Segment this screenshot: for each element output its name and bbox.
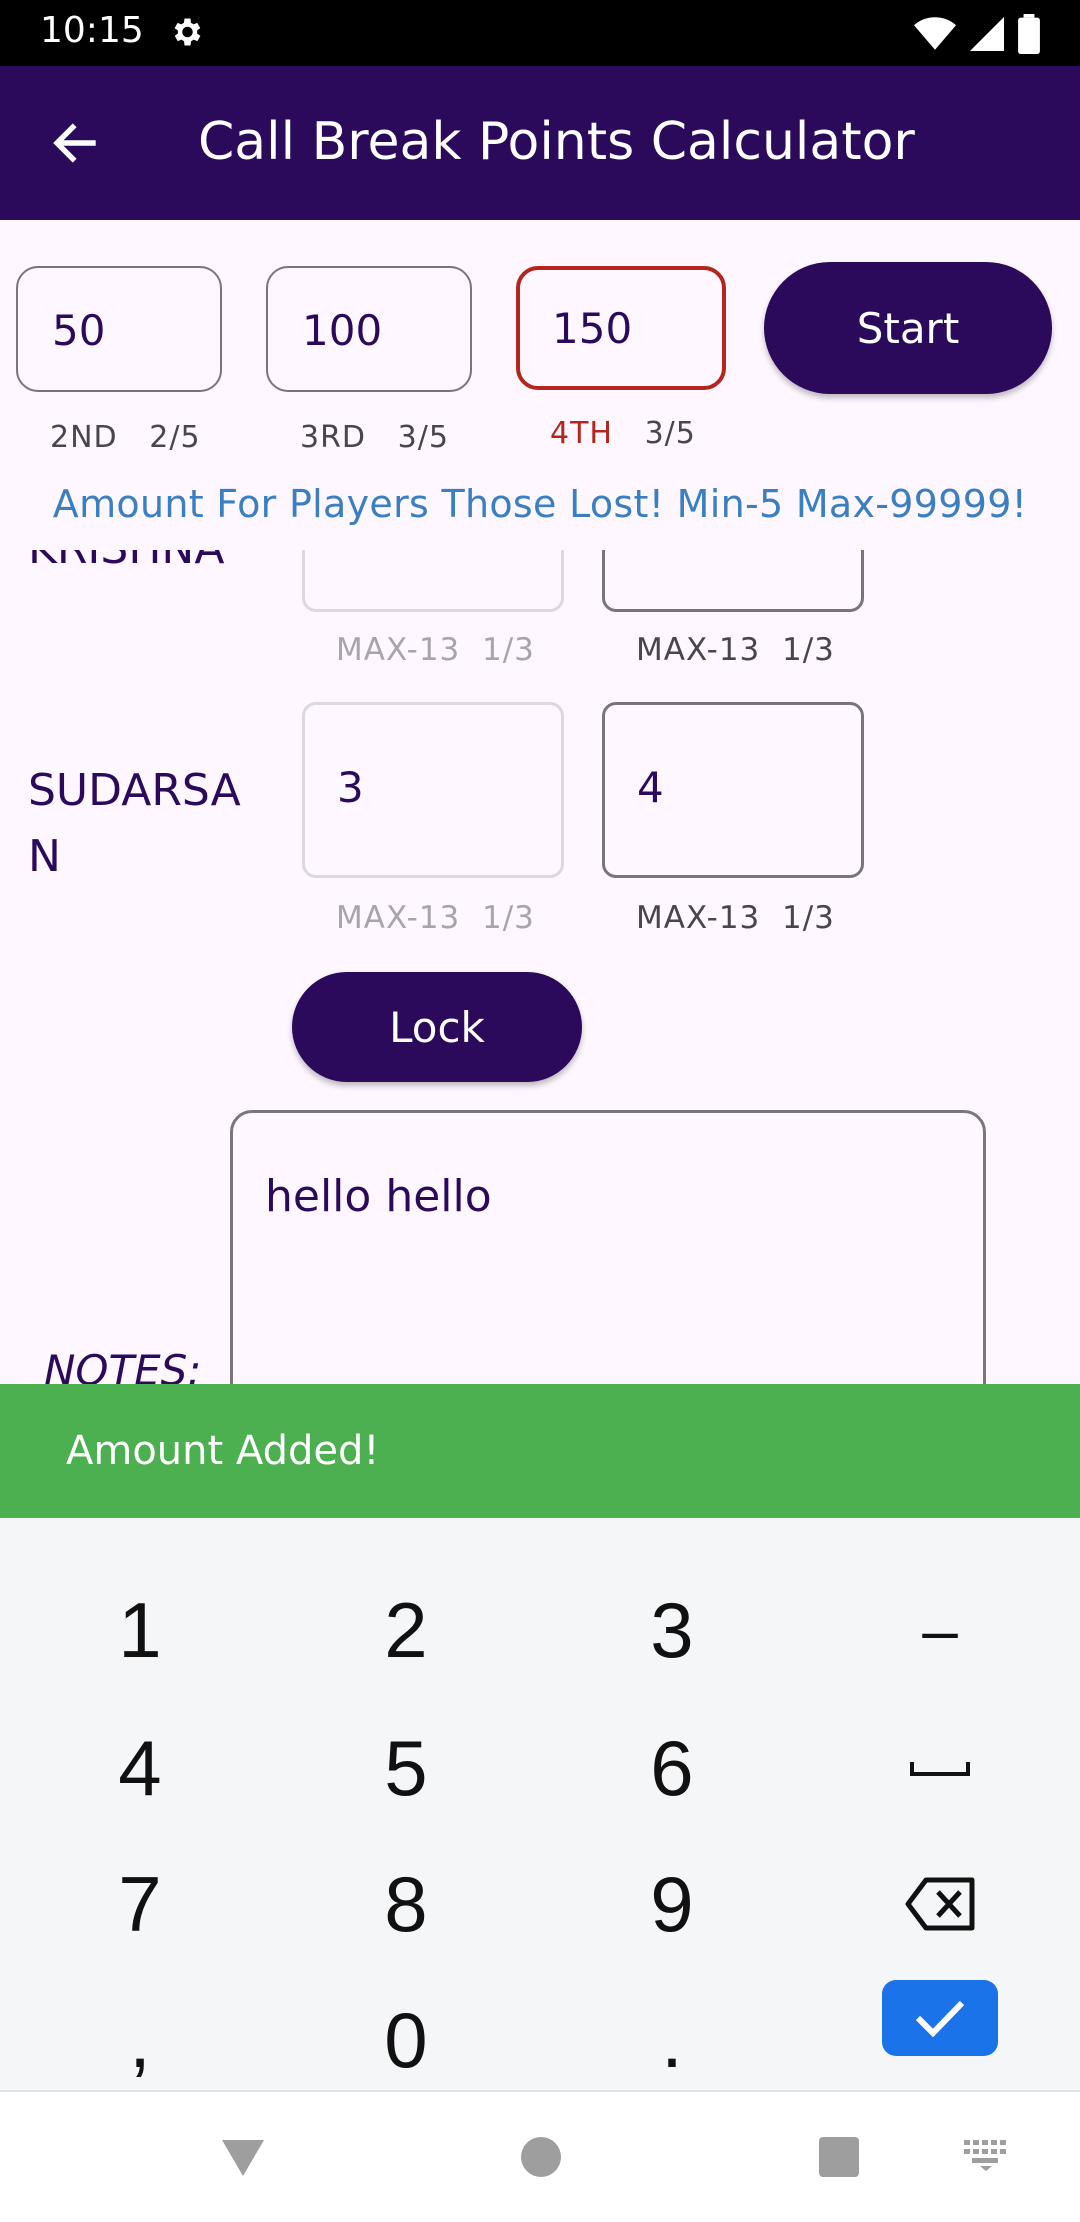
player-name-sudarsan: SUDARSAN — [28, 765, 241, 882]
amount-4th-count: 3/5 — [644, 416, 696, 451]
back-arrow-icon[interactable] — [48, 116, 102, 170]
amount-3rd-field[interactable]: 100 — [266, 266, 472, 392]
key-done[interactable] — [882, 1980, 998, 2056]
key-6[interactable]: 6 — [572, 1708, 772, 1828]
snackbar: Amount Added! — [0, 1384, 1080, 1518]
cell-signal-icon — [970, 17, 1004, 51]
lock-button[interactable]: Lock — [292, 972, 582, 1082]
score-helper: MAX-13 1/3 — [636, 900, 835, 936]
key-dash[interactable]: – — [840, 1570, 1040, 1690]
amount-2nd-value: 50 — [52, 306, 106, 355]
score-helper: MAX-13 1/3 — [336, 632, 535, 668]
nav-home-icon[interactable] — [516, 2132, 566, 2182]
app-bar: Call Break Points Calculator — [0, 66, 1080, 220]
key-space[interactable] — [840, 1708, 1040, 1828]
backspace-icon — [905, 1877, 975, 1931]
score-helper: MAX-13 1/3 — [336, 900, 535, 936]
amount-2nd-helper: 2ND 2/5 — [50, 420, 201, 455]
key-2[interactable]: 2 — [306, 1570, 506, 1690]
amount-3rd-helper: 3RD 3/5 — [300, 420, 449, 455]
score-field-sudarsan-1: 3 — [302, 702, 564, 878]
key-backspace[interactable] — [840, 1844, 1040, 1964]
numeric-keyboard: 1 2 3 – 4 5 6 7 8 9 , 0 . — [0, 1518, 1080, 2090]
score-field-krishna-1 — [302, 550, 564, 612]
amount-3rd-count: 3/5 — [397, 420, 449, 455]
key-7[interactable]: 7 — [40, 1844, 240, 1964]
snackbar-message: Amount Added! — [66, 1428, 380, 1474]
amount-2nd-position: 2ND — [50, 420, 118, 455]
score-value: 3 — [337, 763, 364, 812]
amount-4th-position: 4TH — [550, 416, 613, 451]
system-nav-bar — [0, 2090, 1080, 2222]
key-4[interactable]: 4 — [40, 1708, 240, 1828]
amount-info-text: Amount For Players Those Lost! Min-5 Max… — [52, 482, 1028, 526]
key-9[interactable]: 9 — [572, 1844, 772, 1964]
key-3[interactable]: 3 — [572, 1570, 772, 1690]
key-8[interactable]: 8 — [306, 1844, 506, 1964]
score-field-krishna-2[interactable] — [602, 550, 864, 612]
score-field-sudarsan-2[interactable]: 4 — [602, 702, 864, 878]
amount-4th-value: 150 — [552, 304, 633, 353]
key-5[interactable]: 5 — [306, 1708, 506, 1828]
notes-value: hello hello — [265, 1171, 492, 1222]
wifi-icon — [914, 17, 956, 50]
status-time: 10:15 — [40, 10, 144, 51]
status-bar: 10:15 — [0, 0, 1080, 66]
key-0[interactable]: 0 — [306, 1980, 506, 2100]
start-button[interactable]: Start — [764, 262, 1052, 394]
score-helper: MAX-13 1/3 — [636, 632, 835, 668]
key-1[interactable]: 1 — [40, 1570, 240, 1690]
amount-4th-field[interactable]: 150 — [516, 266, 726, 390]
amount-3rd-position: 3RD — [300, 420, 367, 455]
nav-recents-icon[interactable] — [814, 2132, 864, 2182]
key-period[interactable]: . — [572, 1980, 772, 2100]
check-icon — [915, 2000, 965, 2038]
settings-gear-icon — [174, 18, 201, 46]
score-value: 4 — [637, 763, 664, 812]
amount-2nd-count: 2/5 — [149, 420, 201, 455]
player-name-krishna: KRISHNA — [28, 550, 224, 582]
players-scroll-area[interactable]: KRISHNA MAX-13 1/3 MAX-13 1/3 SUDARSAN 3… — [0, 550, 1080, 1384]
amount-3rd-value: 100 — [302, 306, 383, 355]
amount-2nd-field[interactable]: 50 — [16, 266, 222, 392]
space-icon — [910, 1762, 970, 1776]
amount-4th-helper: 4TH 3/5 — [550, 416, 696, 451]
page-title: Call Break Points Calculator — [198, 112, 915, 172]
battery-icon — [1018, 14, 1040, 54]
notes-field[interactable]: hello hello — [230, 1110, 986, 1384]
notes-label: NOTES: — [44, 1346, 202, 1384]
key-comma[interactable]: , — [40, 1980, 240, 2100]
keyboard-switch-icon[interactable] — [962, 2138, 1010, 2172]
nav-back-icon[interactable] — [218, 2132, 268, 2182]
